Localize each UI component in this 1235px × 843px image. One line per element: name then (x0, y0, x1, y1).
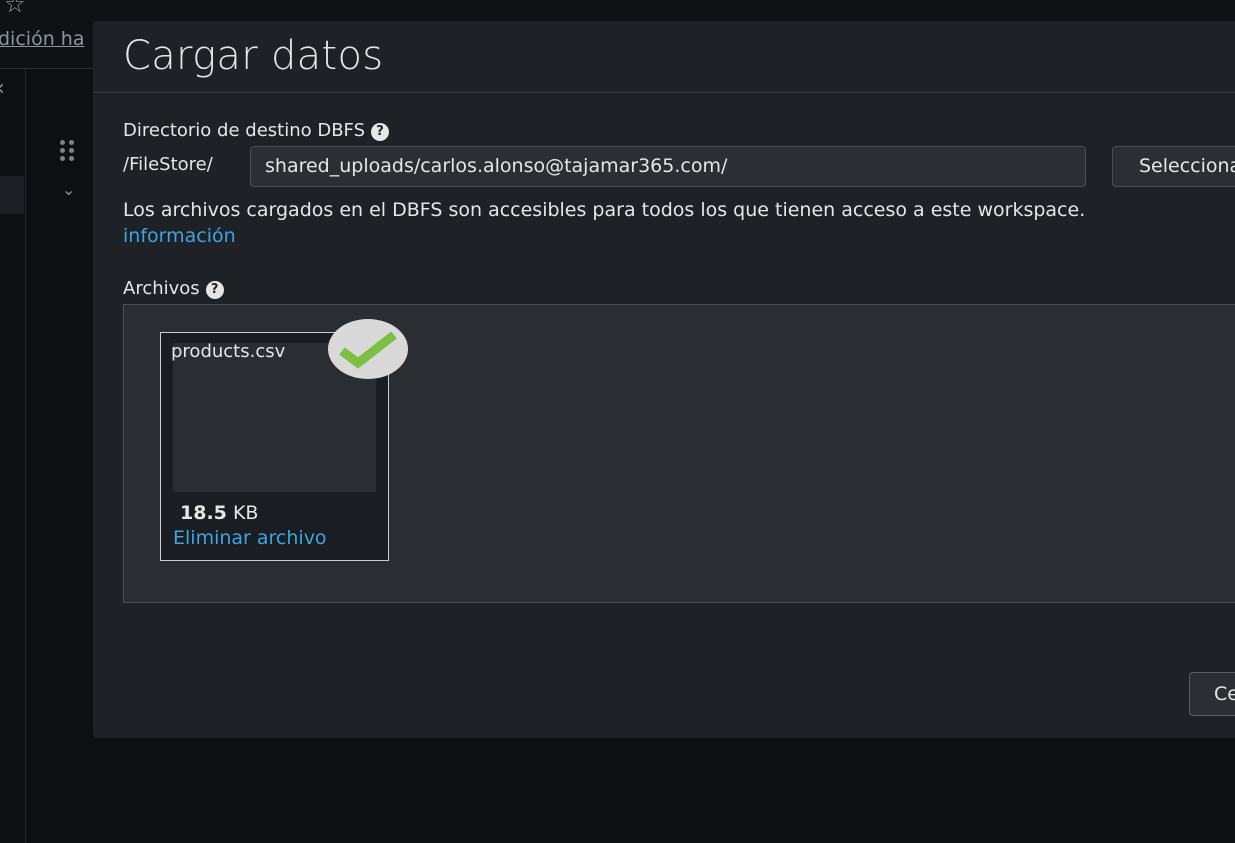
file-card: products.csv 18.5 KB Eliminar archivo (160, 319, 408, 561)
path-prefix: /FileStore/ (123, 154, 213, 175)
target-dir-label: Directorio de destino DBFS? (123, 120, 390, 141)
star-icon[interactable]: ☆ (4, 0, 26, 18)
close-icon[interactable]: ‹ (0, 76, 5, 101)
file-size: 18.5 KB (180, 502, 258, 524)
file-name: products.csv (171, 341, 286, 362)
upload-data-modal: Cargar datos Directorio de destino DBFS?… (93, 21, 1235, 738)
sidebar-selected-item[interactable] (0, 176, 24, 214)
breadcrumb-link[interactable]: dición ha (0, 28, 84, 50)
drag-handle-icon[interactable] (60, 140, 80, 164)
file-size-unit: KB (232, 502, 259, 524)
more-info-link[interactable]: información (123, 225, 236, 247)
upload-success-icon (328, 319, 408, 379)
close-button[interactable]: Cerrar (1189, 672, 1235, 716)
modal-header-divider (93, 92, 1235, 93)
select-button[interactable]: Seleccionar (1112, 146, 1235, 187)
target-path-input[interactable]: shared_uploads/carlos.alonso@tajamar365.… (250, 146, 1086, 187)
sidebar-divider (25, 69, 26, 843)
help-icon[interactable]: ? (205, 281, 224, 299)
divider (0, 68, 93, 69)
chevron-down-icon[interactable]: ⌄ (62, 180, 75, 199)
info-text: Los archivos cargados en el DBFS son acc… (123, 199, 1086, 221)
files-label-text: Archivos (123, 278, 200, 299)
files-label: Archivos? (123, 278, 224, 299)
help-icon[interactable]: ? (371, 123, 390, 141)
modal-title: Cargar datos (123, 33, 384, 79)
remove-file-link[interactable]: Eliminar archivo (173, 527, 327, 549)
file-size-value: 18.5 (180, 502, 227, 524)
target-dir-label-text: Directorio de destino DBFS (123, 120, 366, 141)
file-dropzone[interactable]: products.csv 18.5 KB Eliminar archivo (123, 304, 1235, 603)
